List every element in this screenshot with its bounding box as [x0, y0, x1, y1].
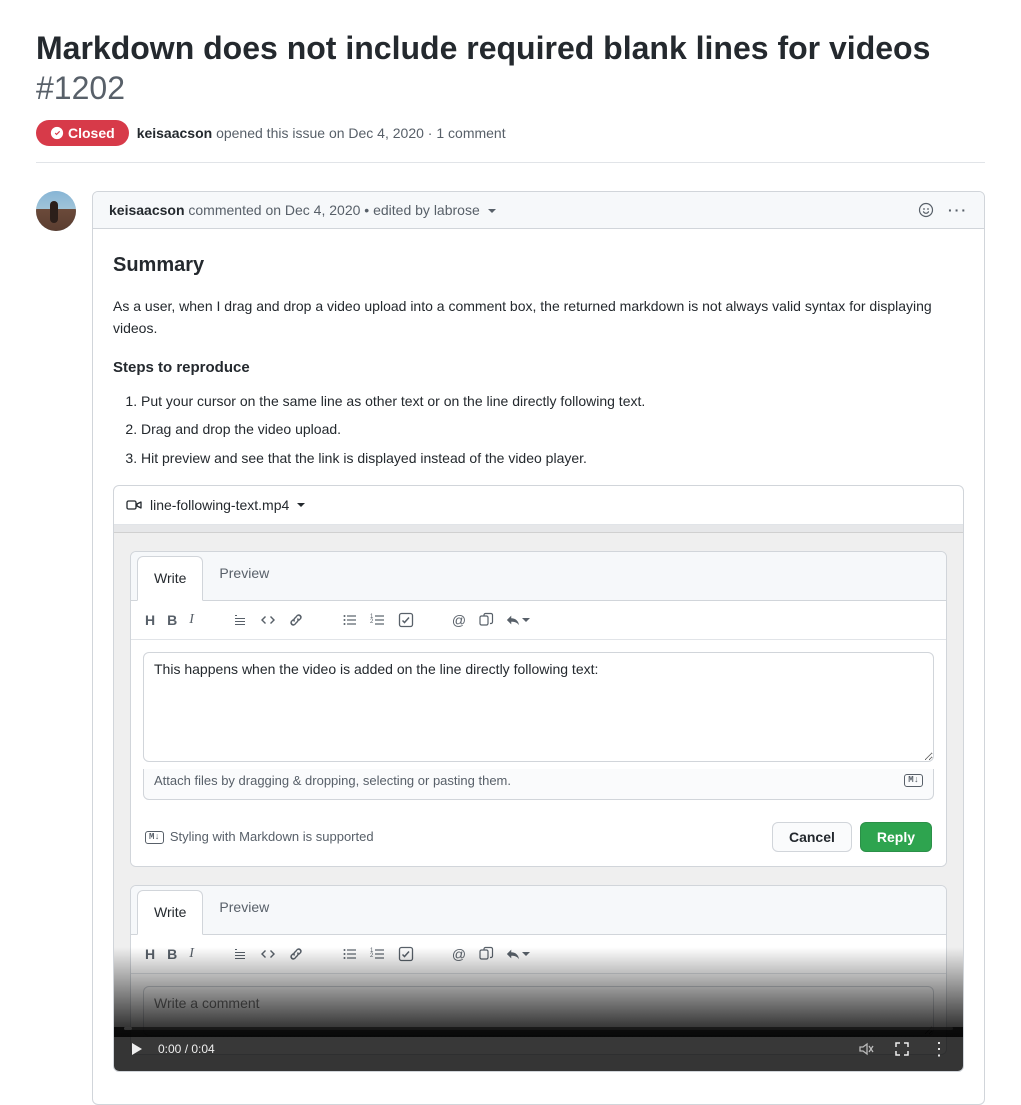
- add-reaction-icon[interactable]: [918, 202, 934, 218]
- cross-reference-icon[interactable]: [478, 946, 494, 962]
- opened-date: on Dec 4, 2020: [329, 125, 424, 141]
- video-time: 0:00 / 0:04: [158, 1040, 215, 1059]
- header-divider: [36, 162, 985, 163]
- markdown-supported-text: Styling with Markdown is supported: [170, 827, 374, 848]
- link-icon[interactable]: [288, 946, 304, 962]
- task-list-icon[interactable]: [398, 946, 414, 962]
- timeline: keisaacson commented on Dec 4, 2020 • ed…: [36, 191, 985, 1105]
- markdown-badge-icon[interactable]: M↓: [904, 774, 923, 787]
- edited-prefix: edited by: [373, 202, 430, 218]
- unordered-list-icon[interactable]: [342, 946, 358, 962]
- attachment-header[interactable]: line-following-text.mp4: [114, 486, 963, 525]
- comment-textarea[interactable]: This happens when the video is added on …: [143, 652, 934, 762]
- heading-icon[interactable]: H: [145, 609, 155, 631]
- state-label: Closed: [68, 125, 115, 141]
- svg-text:2: 2: [370, 953, 374, 959]
- issue-comment: keisaacson commented on Dec 4, 2020 • ed…: [92, 191, 985, 1105]
- code-icon[interactable]: [260, 612, 276, 628]
- bold-icon[interactable]: B: [167, 609, 177, 631]
- ordered-list-icon[interactable]: 12: [370, 612, 386, 628]
- cancel-button[interactable]: Cancel: [772, 822, 852, 852]
- fullscreen-icon[interactable]: [894, 1041, 910, 1057]
- issue-opened-by: keisaacson opened this issue on Dec 4, 2…: [137, 125, 506, 141]
- attachment-filename: line-following-text.mp4: [150, 494, 289, 516]
- comment-header-left: keisaacson commented on Dec 4, 2020 • ed…: [109, 202, 496, 218]
- opener-user-link[interactable]: keisaacson: [137, 125, 213, 141]
- cross-reference-icon[interactable]: [478, 612, 494, 628]
- video-attachment: line-following-text.mp4 Write Preview: [113, 485, 964, 1073]
- bold-icon[interactable]: B: [167, 943, 177, 965]
- comment-editor: Write Preview H B I: [130, 551, 947, 867]
- attach-hint-text: Attach files by dragging & dropping, sel…: [154, 771, 511, 792]
- heading-icon[interactable]: H: [145, 943, 155, 965]
- tab-write[interactable]: Write: [137, 890, 203, 934]
- steps-item: Hit preview and see that the link is dis…: [141, 447, 964, 469]
- code-icon[interactable]: [260, 946, 276, 962]
- edited-by-user[interactable]: labrose: [434, 202, 480, 218]
- edited-dropdown-icon[interactable]: [488, 209, 496, 213]
- issue-title-row: Markdown does not include required blank…: [36, 28, 985, 108]
- unordered-list-icon[interactable]: [342, 612, 358, 628]
- svg-text:2: 2: [370, 619, 374, 625]
- inner-top-bar: [114, 525, 963, 533]
- editor-tabs: Write Preview: [131, 886, 946, 934]
- reply-button[interactable]: Reply: [860, 822, 932, 852]
- quote-icon[interactable]: [232, 946, 248, 962]
- attachment-video-frame: Write Preview H B I: [114, 525, 963, 1071]
- reply-icon[interactable]: [506, 947, 530, 961]
- opened-text: opened this issue: [216, 125, 325, 141]
- steps-item: Drag and drop the video upload.: [141, 418, 964, 440]
- comment-count: 1 comment: [436, 125, 505, 141]
- volume-muted-icon[interactable]: [858, 1041, 874, 1057]
- comment-header-right: ···: [918, 202, 968, 218]
- comment-header: keisaacson commented on Dec 4, 2020 • ed…: [93, 192, 984, 229]
- summary-text: As a user, when I drag and drop a video …: [113, 295, 964, 340]
- mention-icon[interactable]: @: [452, 609, 466, 631]
- comment-action: commented: [188, 202, 261, 218]
- issue-closed-icon: [50, 126, 64, 140]
- editor-toolbar: H B I: [131, 601, 946, 640]
- author-avatar[interactable]: [36, 191, 76, 231]
- mention-icon[interactable]: @: [452, 943, 466, 965]
- video-progress-bar[interactable]: [124, 1027, 953, 1030]
- comment-menu-kebab-icon[interactable]: ···: [948, 202, 968, 218]
- issue-title: Markdown does not include required blank…: [36, 30, 930, 66]
- italic-icon[interactable]: I: [189, 943, 194, 965]
- attachment-dropdown-icon[interactable]: [297, 503, 305, 507]
- steps-list: Put your cursor on the same line as othe…: [113, 390, 964, 469]
- tab-preview[interactable]: Preview: [203, 886, 285, 933]
- editor-footer: M↓ Styling with Markdown is supported Ca…: [131, 812, 946, 866]
- quote-icon[interactable]: [232, 612, 248, 628]
- summary-heading: Summary: [113, 249, 964, 281]
- play-icon[interactable]: [128, 1041, 144, 1057]
- video-icon: [126, 497, 142, 513]
- comment-date[interactable]: on Dec 4, 2020: [265, 202, 360, 218]
- issue-meta-row: Closed keisaacson opened this issue on D…: [36, 120, 985, 146]
- state-badge-closed: Closed: [36, 120, 129, 146]
- editor-tabs: Write Preview: [131, 552, 946, 600]
- markdown-badge-icon[interactable]: M↓: [145, 831, 164, 844]
- steps-item: Put your cursor on the same line as othe…: [141, 390, 964, 412]
- tab-write[interactable]: Write: [137, 556, 203, 600]
- issue-page: Markdown does not include required blank…: [0, 0, 1021, 1105]
- italic-icon[interactable]: I: [189, 609, 194, 631]
- editor-toolbar: H B I: [131, 935, 946, 974]
- tab-preview[interactable]: Preview: [203, 552, 285, 599]
- link-icon[interactable]: [288, 612, 304, 628]
- comment-author-link[interactable]: keisaacson: [109, 202, 185, 218]
- steps-heading: Steps to reproduce: [113, 356, 964, 380]
- task-list-icon[interactable]: [398, 612, 414, 628]
- ordered-list-icon[interactable]: 12: [370, 946, 386, 962]
- video-controls[interactable]: 0:00 / 0:04 ⋮: [114, 1027, 963, 1071]
- reply-icon[interactable]: [506, 613, 530, 627]
- issue-number: #1202: [36, 70, 125, 106]
- comment-body: Summary As a user, when I drag and drop …: [93, 229, 984, 1104]
